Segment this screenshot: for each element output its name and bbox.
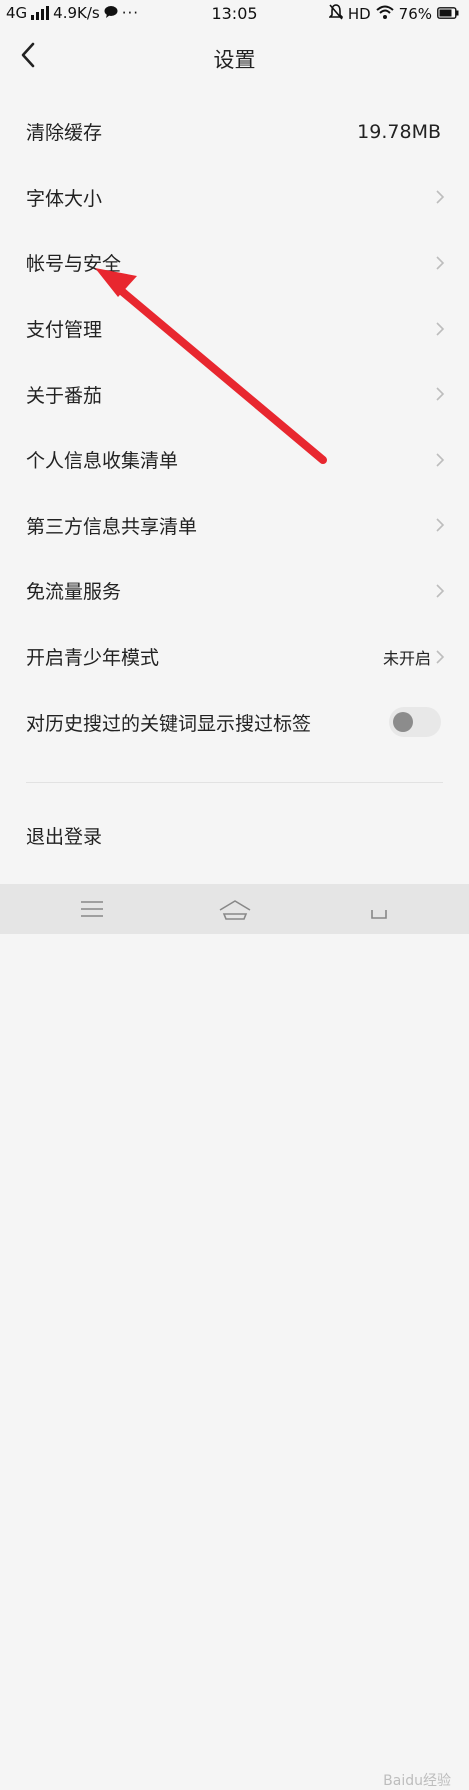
home-icon[interactable] xyxy=(218,898,252,922)
battery-level: 76% xyxy=(398,5,432,23)
page-title: 设置 xyxy=(213,48,256,72)
chevron-right-icon xyxy=(436,453,445,467)
recent-apps-icon[interactable] xyxy=(368,898,390,920)
toggle-knob xyxy=(393,712,413,733)
setting-clear-cache[interactable]: 清除缓存 19.78MB xyxy=(0,99,469,165)
battery-icon xyxy=(437,5,459,23)
chevron-right-icon xyxy=(436,518,445,532)
setting-free-data[interactable]: 免流量服务 xyxy=(0,558,469,624)
search-tag-toggle[interactable] xyxy=(389,707,441,738)
teen-mode-status: 未开启 xyxy=(382,648,431,668)
chevron-right-icon xyxy=(436,584,445,598)
setting-third-party-sharing[interactable]: 第三方信息共享清单 xyxy=(0,493,469,559)
silent-bell-icon xyxy=(327,4,344,24)
setting-label: 免流量服务 xyxy=(26,581,122,604)
hd-label: HD xyxy=(347,5,371,23)
divider xyxy=(26,782,443,783)
chevron-right-icon xyxy=(436,387,445,401)
nav-bar: 设置 xyxy=(0,28,469,86)
setting-label: 支付管理 xyxy=(26,319,103,342)
chevron-right-icon xyxy=(436,190,445,204)
status-bar: 4G 4.9K/s ··· 13:05 HD 76% xyxy=(0,0,469,28)
setting-about[interactable]: 关于番茄 xyxy=(0,361,469,427)
logout-button[interactable]: 退出登录 xyxy=(26,822,102,849)
settings-list: 清除缓存 19.78MB 字体大小 帐号与安全 支付管理 关于番茄 个人信息收集… xyxy=(0,99,469,755)
setting-label: 个人信息收集清单 xyxy=(26,450,179,473)
chevron-right-icon xyxy=(436,322,445,336)
setting-teen-mode[interactable]: 开启青少年模式 未开启 xyxy=(0,624,469,690)
setting-label: 对历史搜过的关键词显示搜过标签 xyxy=(26,712,312,735)
setting-personal-info-list[interactable]: 个人信息收集清单 xyxy=(0,427,469,493)
setting-search-history-tag: 对历史搜过的关键词显示搜过标签 xyxy=(0,689,469,755)
setting-label: 开启青少年模式 xyxy=(26,647,160,670)
status-right: HD 76% xyxy=(327,4,459,24)
setting-payment[interactable]: 支付管理 xyxy=(0,296,469,362)
system-nav-bar: Baidu经验 xyxy=(0,884,469,1789)
setting-label: 字体大小 xyxy=(26,187,103,210)
setting-label: 清除缓存 xyxy=(26,122,103,145)
setting-font-size[interactable]: 字体大小 xyxy=(0,165,469,231)
setting-account-security[interactable]: 帐号与安全 xyxy=(0,230,469,296)
menu-icon[interactable] xyxy=(80,898,104,920)
chevron-right-icon xyxy=(436,649,445,664)
setting-label: 帐号与安全 xyxy=(26,253,122,276)
wifi-icon xyxy=(375,5,394,23)
chevron-right-icon xyxy=(436,256,445,270)
setting-label: 关于番茄 xyxy=(26,384,103,407)
cache-size: 19.78MB xyxy=(357,120,441,143)
watermark: Baidu经验 xyxy=(383,1773,451,1789)
setting-label: 第三方信息共享清单 xyxy=(26,515,198,538)
